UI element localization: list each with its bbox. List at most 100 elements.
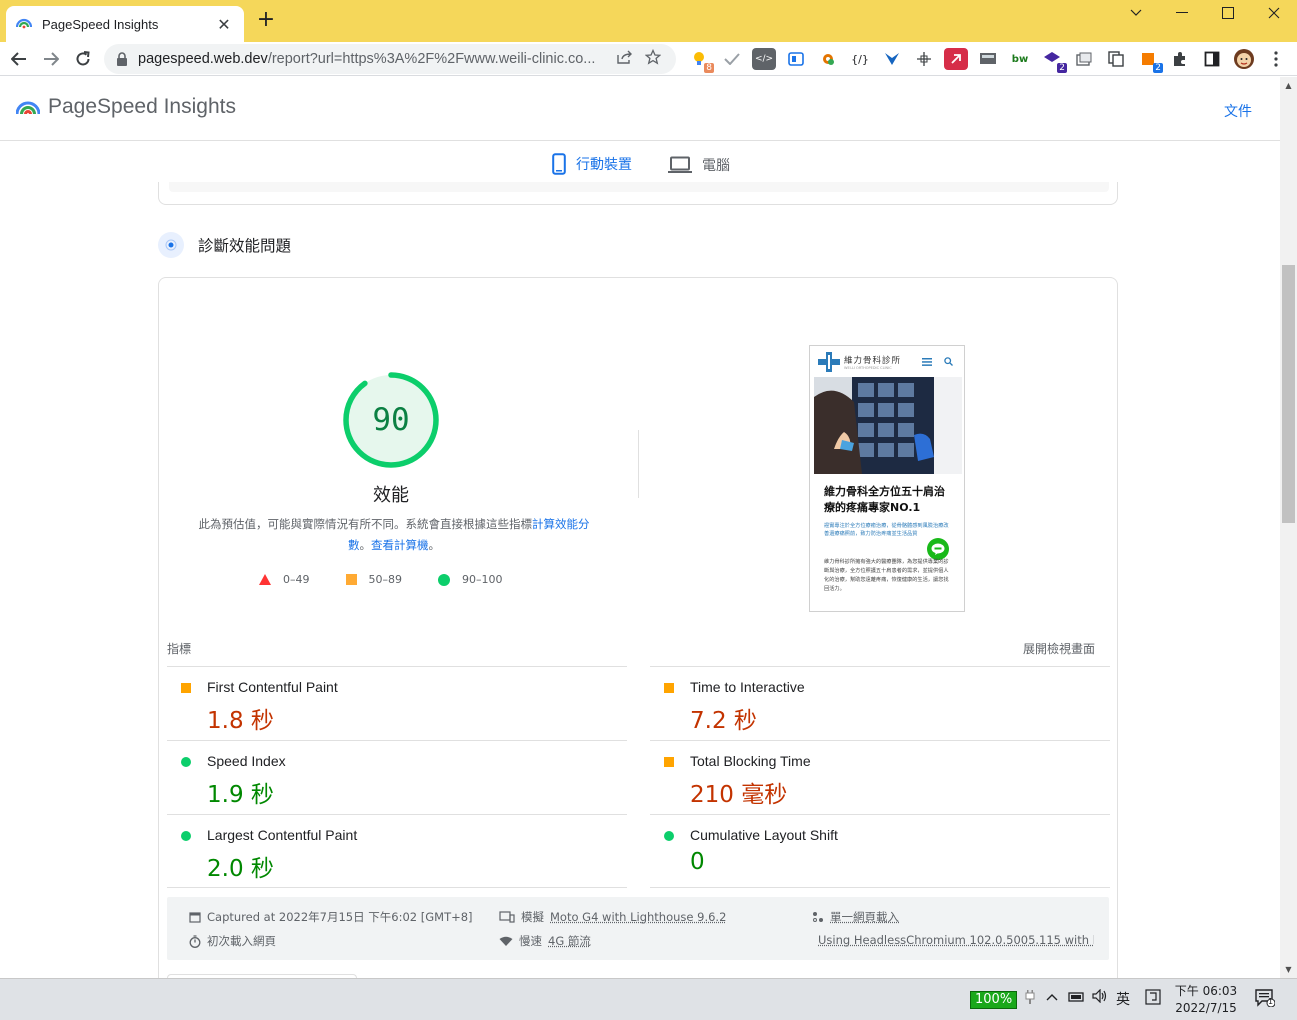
pass-circle-icon	[181, 831, 191, 841]
ime-indicator[interactable]: 英	[1116, 989, 1130, 1009]
scroll-thumb[interactable]	[1282, 265, 1295, 523]
side-panel-icon[interactable]	[1200, 48, 1224, 70]
page-screenshot[interactable]: 維力骨科診所 WEI-LI ORTHOPEDIC CLINIC 維力骨科全方位五…	[809, 345, 965, 612]
line-chat-icon	[927, 538, 949, 560]
initial-load: 初次載入網頁	[189, 933, 489, 949]
metric-fcp: First Contentful Paint 1.8 秒	[167, 666, 627, 740]
page-extension-icon[interactable]	[784, 48, 808, 70]
scroll-up-icon[interactable]: ▲	[1280, 77, 1297, 94]
tab-close-icon[interactable]: ✕	[214, 15, 234, 34]
metric-si-name: Speed Index	[207, 753, 286, 769]
tab-desktop-label: 電腦	[702, 158, 730, 174]
metric-cls-name: Cumulative Layout Shift	[690, 827, 838, 843]
bw-extension-icon[interactable]: bw	[1008, 48, 1032, 70]
tab-pagespeed[interactable]: PageSpeed Insights ✕	[6, 6, 244, 42]
single-page-text[interactable]: 單一網頁載入	[830, 909, 899, 925]
browser-window: PageSpeed Insights ✕ + pagespeed.web.dev…	[0, 0, 1297, 1020]
extensions-row: 8 </> {/} bw 2 2	[688, 48, 1288, 73]
performance-score: 90	[372, 402, 410, 438]
json-extension-icon[interactable]: {/}	[848, 48, 872, 70]
hat-extension-icon[interactable]: 2	[1040, 48, 1067, 73]
expand-view-toggle[interactable]: 展開檢視畫面	[1023, 640, 1095, 657]
timer-icon	[189, 934, 201, 948]
reload-icon[interactable]	[70, 46, 96, 72]
page-scrollbar[interactable]: ▲ ▼	[1280, 77, 1297, 978]
emulated-text[interactable]: Moto G4 with Lighthouse 9.6.2	[550, 910, 726, 924]
single-page-load: 單一網頁載入	[812, 909, 1092, 925]
docs-link[interactable]: 文件	[1224, 101, 1252, 121]
extension-badge: 2	[1153, 63, 1163, 73]
code-extension-icon[interactable]: </>	[752, 48, 776, 70]
scroll-down-icon[interactable]: ▼	[1280, 961, 1297, 978]
performance-card: 90 效能 此為預估值，可能與實際情況有所不同。系統會直接根據這些指標計算效能分…	[158, 277, 1118, 998]
share-icon[interactable]	[614, 50, 636, 68]
metric-tti-value: 7.2 秒	[690, 708, 757, 734]
metric-tbt-value: 210 毫秒	[690, 782, 788, 808]
address-bar[interactable]: pagespeed.web.dev/report?url=https%3A%2F…	[104, 44, 676, 74]
search-icon	[944, 357, 953, 366]
extensions-puzzle-icon[interactable]	[1168, 48, 1192, 70]
tab-mobile-label: 行動裝置	[576, 156, 632, 173]
puzzle-orange-extension-icon[interactable]: 2	[1136, 48, 1163, 73]
pass-circle-icon	[438, 573, 450, 586]
metric-tbt-name: Total Blocking Time	[690, 753, 811, 769]
previous-card	[158, 182, 1118, 205]
legend-average: 50–89	[345, 573, 403, 586]
back-icon[interactable]	[6, 46, 32, 72]
bird-extension-icon[interactable]	[880, 48, 904, 70]
browser-info-text[interactable]: Using HeadlessChromium 102.0.5005.115 wi…	[818, 933, 1094, 947]
screenshot-blue-text: 證實專注於全方位療癒治療，從骨骼體感到風險治療改善還療痛照前，致力防治疼痛並生活…	[824, 523, 949, 537]
average-square-icon	[664, 683, 674, 693]
maximize-icon[interactable]	[1205, 0, 1251, 26]
arrow-extension-icon[interactable]	[944, 48, 968, 70]
calculator-link[interactable]: 查看計算機	[371, 538, 429, 552]
metric-tti-name: Time to Interactive	[690, 679, 805, 695]
desc-separator: 。	[359, 538, 372, 552]
system-clock[interactable]: 下午 06:03 2022/7/15	[1174, 983, 1238, 1017]
throttle-text[interactable]: 4G 節流	[548, 933, 591, 949]
bookmark-star-icon[interactable]	[642, 48, 664, 69]
hamburger-icon	[922, 358, 932, 366]
move-extension-icon[interactable]	[912, 48, 936, 70]
menu-kebab-icon[interactable]	[1264, 48, 1288, 70]
forward-icon[interactable]	[38, 46, 64, 72]
lock-icon[interactable]	[116, 52, 128, 66]
emulated-prefix: 模擬	[521, 910, 544, 924]
metric-si-value: 1.9 秒	[207, 782, 274, 808]
copy-extension-icon[interactable]	[1104, 48, 1128, 70]
legend-fail: 0–49	[259, 573, 310, 586]
volume-icon[interactable]	[1092, 988, 1108, 1007]
url-text[interactable]: pagespeed.web.dev/report?url=https%3A%2F…	[138, 51, 608, 67]
desktop-icon	[668, 156, 692, 173]
network-icon[interactable]	[1068, 989, 1084, 1007]
browser-toolbar: pagespeed.web.dev/report?url=https%3A%2F…	[0, 42, 1297, 76]
score-legend: 0–49 50–89 90–100	[259, 573, 503, 586]
profile-avatar[interactable]	[1232, 48, 1256, 70]
checkmark-extension-icon[interactable]	[720, 48, 744, 70]
gear-extension-icon[interactable]	[816, 48, 840, 70]
new-tab-button[interactable]: +	[254, 9, 278, 31]
lightbulb-extension-icon[interactable]: 8	[688, 48, 714, 73]
performance-desc-text: 此為預估值，可能與實際情況有所不同。系統會直接根據這些指標	[198, 517, 533, 531]
close-window-icon[interactable]	[1251, 0, 1297, 26]
battery-level[interactable]: 100%	[970, 991, 1018, 1009]
screen-extension-icon[interactable]	[976, 48, 1000, 70]
pagespeed-logo-icon[interactable]	[16, 97, 40, 119]
tab-search-icon[interactable]	[1113, 0, 1159, 26]
input-mode-icon[interactable]	[1145, 989, 1161, 1009]
legend-fail-range: 0–49	[283, 573, 310, 586]
legend-average-range: 50–89	[368, 573, 403, 586]
notification-icon[interactable]: 1	[1255, 989, 1276, 1011]
metric-cls-value: 0	[690, 849, 705, 875]
desc-end: 。	[428, 538, 441, 552]
minimize-icon[interactable]	[1159, 0, 1205, 26]
extension-badge: 2	[1057, 63, 1067, 73]
vertical-divider	[638, 430, 639, 498]
plug-icon[interactable]	[1024, 989, 1036, 1009]
previous-card-content	[169, 182, 1109, 192]
window-extension-icon[interactable]	[1072, 48, 1096, 70]
page-title[interactable]: PageSpeed Insights	[48, 95, 236, 119]
section-title: 診斷效能問題	[198, 237, 292, 255]
chevron-up-icon[interactable]	[1046, 989, 1058, 1005]
metric-tti: Time to Interactive 7.2 秒	[650, 666, 1110, 740]
